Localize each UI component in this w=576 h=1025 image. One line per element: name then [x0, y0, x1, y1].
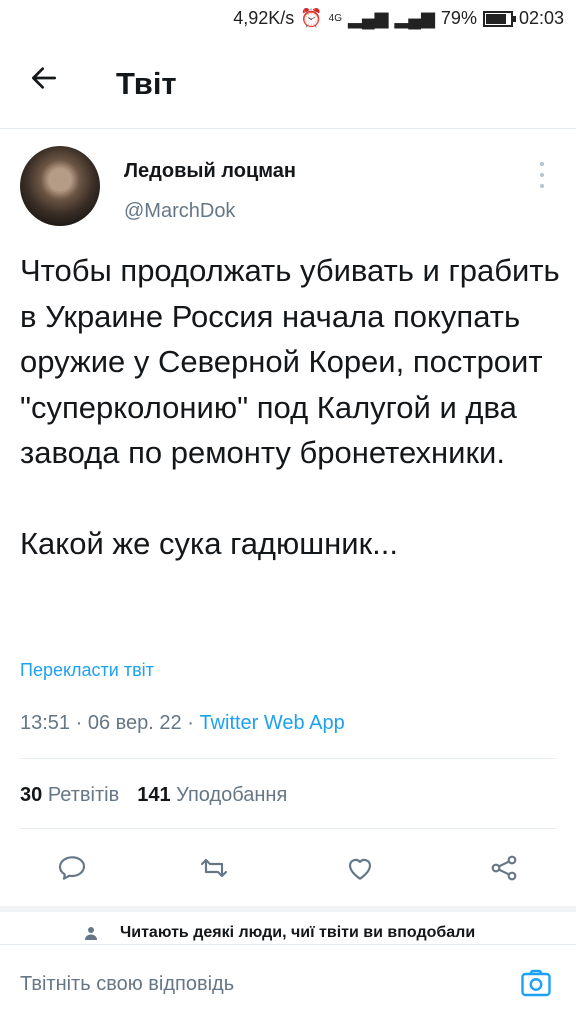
tweet-time: 13:51	[20, 712, 71, 734]
tweet-source-app[interactable]: Twitter Web App	[199, 712, 344, 734]
likes-stat[interactable]: 141 Уподобання	[137, 784, 287, 807]
tweet-date: 06 вер. 22	[87, 712, 182, 734]
top-app-bar: Твіт	[0, 40, 576, 129]
author-name[interactable]: Ледовый лоцман	[124, 160, 296, 183]
retweet-icon	[200, 858, 228, 878]
camera-icon	[521, 969, 551, 997]
comment-icon	[58, 856, 86, 880]
back-button[interactable]	[28, 62, 68, 102]
avatar[interactable]	[20, 146, 100, 226]
camera-button[interactable]	[518, 965, 558, 1005]
divider	[20, 828, 556, 829]
signal-icon-2: ▂▄▆	[394, 8, 435, 28]
tweet-meta: 13:51 · 06 вер. 22 · Twitter Web App	[20, 712, 345, 734]
section-separator	[0, 906, 576, 912]
tweet-stats: 30 Ретвітів 141 Уподобання	[20, 784, 287, 807]
alarm-icon: ⏰	[300, 8, 323, 28]
battery-percent: 79%	[440, 8, 477, 28]
signal-icon: ▂▄▆	[348, 8, 389, 28]
heart-icon	[348, 858, 372, 880]
network-type: 4G	[328, 13, 343, 24]
page-title: Твіт	[116, 66, 177, 101]
social-context-notice: Читають деякі люди, чиї твіти ви вподоба…	[120, 924, 476, 941]
tweet-actions	[0, 846, 576, 890]
network-speed: 4,92K/s	[233, 8, 295, 28]
clock: 02:03	[518, 8, 564, 28]
like-button[interactable]	[338, 846, 382, 890]
arrow-left-icon	[32, 67, 56, 89]
person-icon	[85, 927, 97, 940]
more-options-icon[interactable]	[530, 162, 554, 188]
reply-input[interactable]: Твітніть свою відповідь	[20, 973, 234, 996]
retweets-stat[interactable]: 30 Ретвітів	[20, 784, 119, 807]
divider	[20, 758, 556, 759]
reply-button[interactable]	[50, 846, 94, 890]
share-button[interactable]	[482, 846, 526, 890]
reply-bar: Твітніть свою відповідь	[0, 944, 576, 1025]
status-bar: 4,92K/s ⏰ 4G ▂▄▆ ▂▄▆ 79% 02:03	[0, 0, 576, 40]
tweet-text: Чтобы продолжать убивать и грабить в Укр…	[20, 253, 560, 561]
translate-tweet-link[interactable]: Перекласти твіт	[20, 660, 154, 681]
battery-icon	[482, 10, 516, 27]
author-handle[interactable]: @MarchDok	[124, 200, 235, 223]
retweet-button[interactable]	[192, 846, 236, 890]
share-icon	[491, 855, 517, 881]
